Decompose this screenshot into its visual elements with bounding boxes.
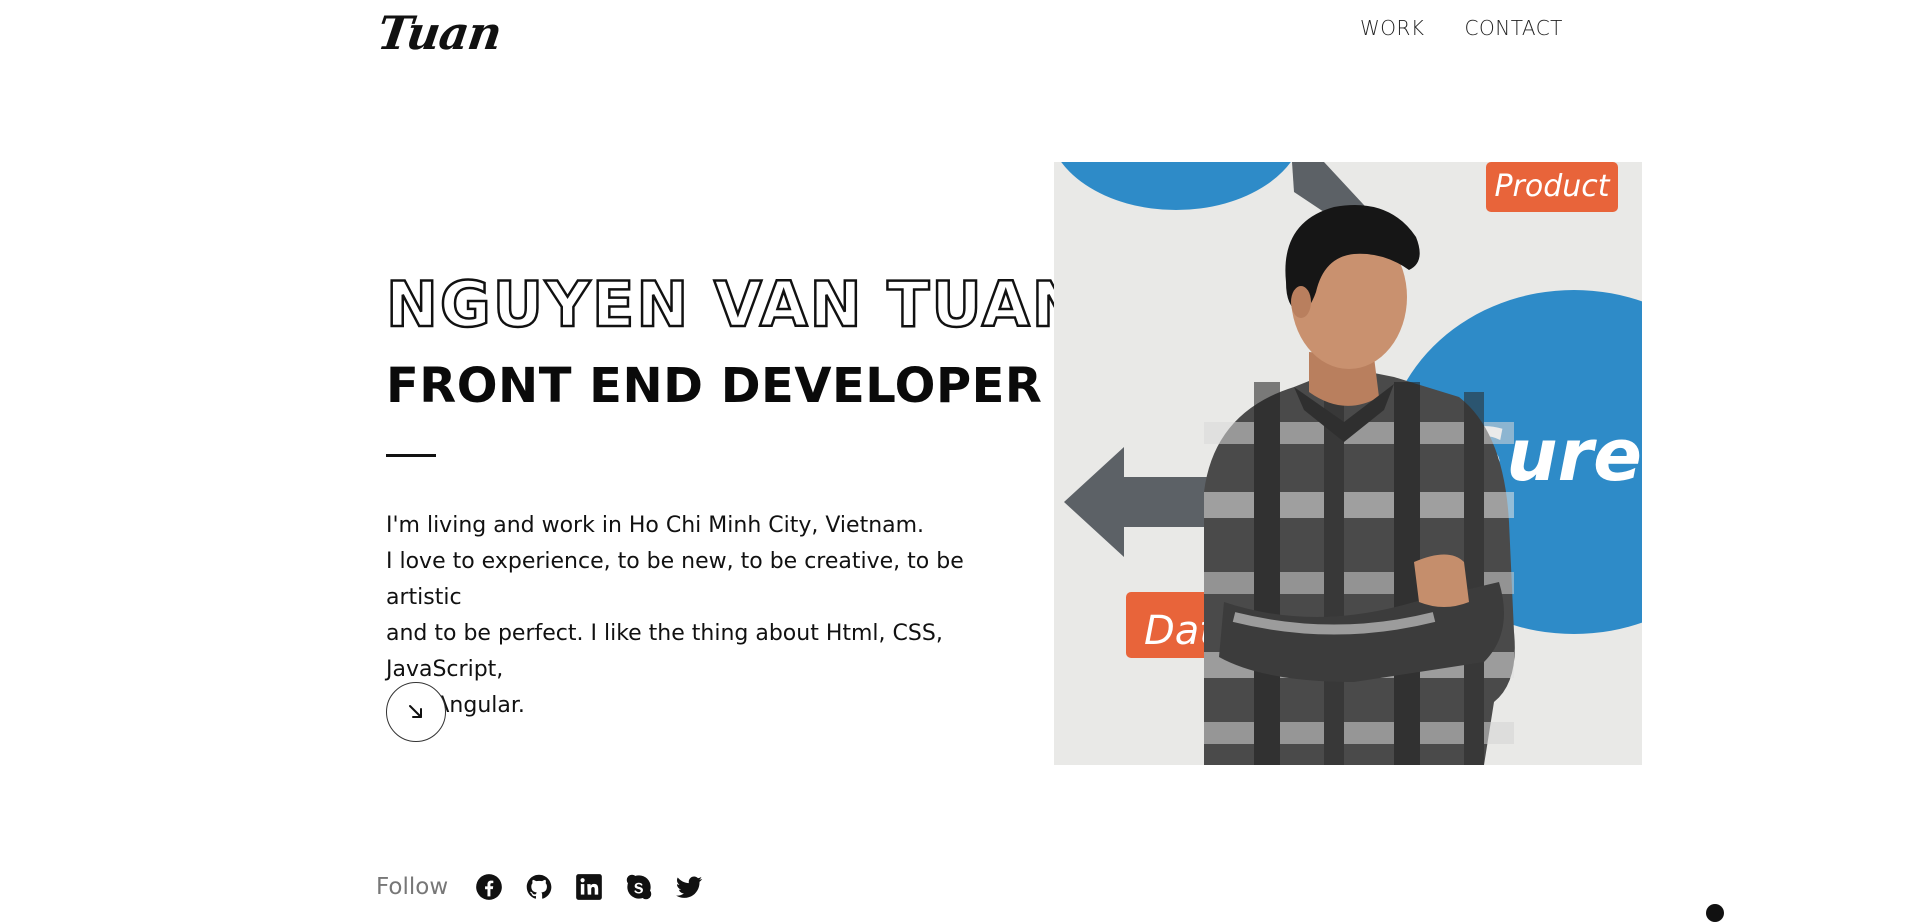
wall-label-product: Product	[1494, 169, 1610, 204]
profile-photo: Product eaSure Data	[1054, 162, 1642, 765]
hero-bio: I'm living and work in Ho Chi Minh City,…	[386, 508, 1046, 724]
scroll-down-button[interactable]	[386, 682, 446, 742]
bio-line: and to be perfect. I like the thing abou…	[386, 621, 943, 682]
nav-work-link[interactable]: WORK	[1360, 16, 1425, 40]
main-nav: WORK CONTACT	[1360, 16, 1563, 40]
site-logo[interactable]: Tuan	[374, 6, 504, 60]
nav-contact-link[interactable]: CONTACT	[1465, 16, 1563, 40]
arrow-down-right-icon	[409, 705, 422, 718]
hero-name: NGUYEN VAN TUAN	[385, 267, 1086, 343]
facebook-icon	[476, 874, 502, 900]
github-link[interactable]	[524, 872, 554, 902]
linkedin-icon	[576, 874, 602, 900]
facebook-link[interactable]	[474, 872, 504, 902]
follow-label: Follow	[376, 874, 449, 900]
follow-section: Follow	[376, 872, 724, 902]
cursor-dot	[1706, 904, 1724, 922]
twitter-icon	[676, 876, 703, 898]
twitter-link[interactable]	[674, 872, 704, 902]
linkedin-link[interactable]	[574, 872, 604, 902]
skype-link[interactable]	[624, 872, 654, 902]
hero-role: FRONT END DEVELOPER	[386, 358, 1043, 414]
hero-divider	[386, 454, 436, 457]
skype-icon	[626, 874, 652, 900]
bio-line: I'm living and work in Ho Chi Minh City,…	[386, 513, 925, 538]
github-icon	[526, 874, 552, 899]
bio-line: and Angular.	[386, 693, 525, 718]
bio-line: I love to experience, to be new, to be c…	[386, 549, 964, 610]
